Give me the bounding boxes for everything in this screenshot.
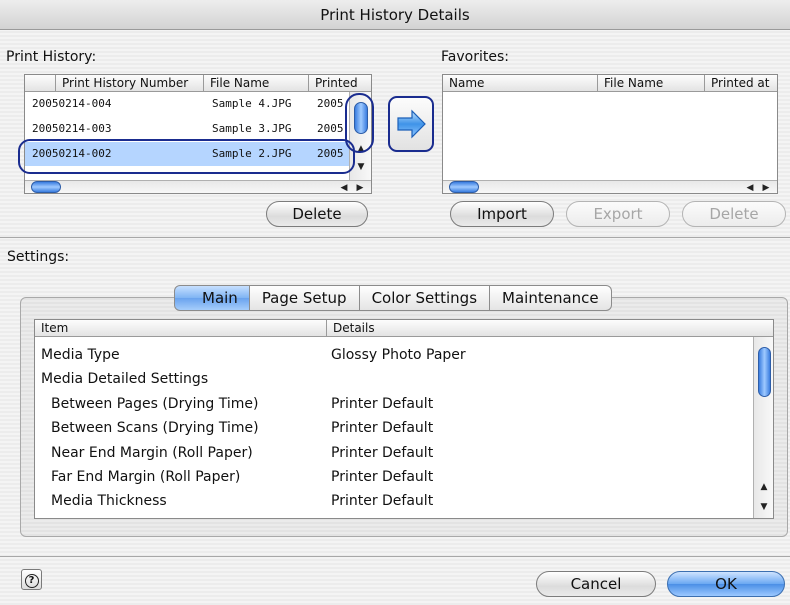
history-number: 20050214-004 bbox=[32, 97, 112, 110]
history-delete-button[interactable]: Delete bbox=[266, 201, 368, 227]
settings-details: Printer Default bbox=[331, 469, 434, 485]
settings-item: Between Pages (Drying Time) bbox=[51, 395, 259, 412]
tab-maintenance[interactable]: Maintenance bbox=[490, 285, 612, 311]
column-header-blank bbox=[25, 75, 56, 92]
settings-item: Near End Margin (Roll Paper) bbox=[51, 444, 253, 461]
ok-button[interactable]: OK bbox=[667, 571, 785, 597]
column-header-printed[interactable]: Printed bbox=[309, 75, 371, 92]
settings-label: Settings: bbox=[7, 249, 70, 265]
export-button[interactable]: Export bbox=[566, 201, 670, 227]
help-icon: ? bbox=[24, 574, 39, 588]
footer-divider bbox=[0, 556, 790, 557]
cancel-button[interactable]: Cancel bbox=[536, 571, 656, 597]
settings-details: Printer Default bbox=[331, 395, 434, 412]
history-horizontal-scrollbar[interactable]: ◀ ▶ bbox=[25, 180, 371, 193]
add-to-favorites-button[interactable] bbox=[388, 96, 434, 152]
settings-item: Media Detailed Settings bbox=[41, 371, 209, 388]
settings-details: Printer Default bbox=[331, 493, 434, 510]
column-header-file-name[interactable]: File Name bbox=[204, 75, 309, 92]
favorites-label: Favorites: bbox=[441, 49, 509, 65]
settings-table[interactable]: Item Details Media Type Glossy Photo Pap… bbox=[34, 319, 774, 519]
column-header-file-name[interactable]: File Name bbox=[598, 75, 705, 92]
arrow-right-icon bbox=[397, 109, 426, 139]
help-button[interactable]: ? bbox=[21, 569, 42, 590]
settings-details: Glossy Photo Paper bbox=[331, 347, 466, 363]
scroll-right-arrow-icon[interactable]: ▶ bbox=[353, 181, 367, 193]
print-history-list[interactable]: Print History Number File Name Printed 2… bbox=[24, 74, 372, 194]
history-file-name: Sample 4.JPG bbox=[212, 97, 292, 110]
settings-details: Printer Default bbox=[331, 444, 434, 461]
settings-item: Media Thickness bbox=[51, 493, 167, 510]
tab-color-settings[interactable]: Color Settings bbox=[359, 285, 491, 311]
history-file-name: Sample 3.JPG bbox=[212, 122, 292, 135]
scroll-left-arrow-icon[interactable]: ◀ bbox=[743, 181, 757, 193]
history-horizontal-thumb[interactable] bbox=[31, 181, 61, 193]
favorites-horizontal-thumb[interactable] bbox=[449, 181, 479, 193]
history-row[interactable]: 20050214-004 Sample 4.JPG 2005 bbox=[25, 92, 349, 116]
column-header-details[interactable]: Details bbox=[327, 320, 773, 337]
scroll-down-arrow-icon[interactable]: ▼ bbox=[354, 160, 368, 174]
scroll-left-arrow-icon[interactable]: ◀ bbox=[337, 181, 351, 193]
settings-item: Media Type bbox=[41, 347, 120, 363]
scroll-highlight-ring bbox=[345, 93, 374, 153]
settings-item: Between Scans (Drying Time) bbox=[51, 420, 259, 437]
settings-details: Printer Default bbox=[331, 420, 434, 437]
favorites-list[interactable]: Name File Name Printed at ◀ ▶ bbox=[442, 74, 778, 194]
settings-vertical-thumb[interactable] bbox=[758, 347, 771, 397]
column-header-name[interactable]: Name bbox=[443, 75, 598, 92]
tab-page-setup[interactable]: Page Setup bbox=[249, 285, 360, 311]
favorites-delete-button[interactable]: Delete bbox=[682, 201, 786, 227]
settings-vertical-scrollbar[interactable]: ▲ ▼ bbox=[753, 337, 773, 518]
column-header-printed-at[interactable]: Printed at bbox=[705, 75, 777, 92]
history-printed: 2005 bbox=[317, 122, 344, 135]
window-title: Print History Details bbox=[0, 0, 790, 30]
scroll-down-arrow-icon[interactable]: ▼ bbox=[757, 500, 771, 514]
history-printed: 2005 bbox=[317, 97, 344, 110]
settings-item: Far End Margin (Roll Paper) bbox=[51, 469, 241, 485]
section-divider bbox=[0, 237, 790, 238]
column-header-item[interactable]: Item bbox=[35, 320, 327, 337]
tab-main[interactable]: Main bbox=[174, 285, 250, 311]
import-button[interactable]: Import bbox=[450, 201, 554, 227]
selection-highlight-ring bbox=[18, 139, 355, 174]
history-row[interactable]: 20050214-003 Sample 3.JPG 2005 bbox=[25, 117, 349, 141]
scroll-up-arrow-icon[interactable]: ▲ bbox=[757, 480, 771, 494]
column-header-number[interactable]: Print History Number bbox=[56, 75, 204, 92]
history-number: 20050214-003 bbox=[32, 122, 112, 135]
print-history-label: Print History: bbox=[6, 49, 97, 65]
scroll-right-arrow-icon[interactable]: ▶ bbox=[759, 181, 773, 193]
settings-tabs: Main Page Setup Color Settings Maintenan… bbox=[174, 285, 612, 311]
favorites-horizontal-scrollbar[interactable]: ◀ ▶ bbox=[443, 180, 777, 193]
